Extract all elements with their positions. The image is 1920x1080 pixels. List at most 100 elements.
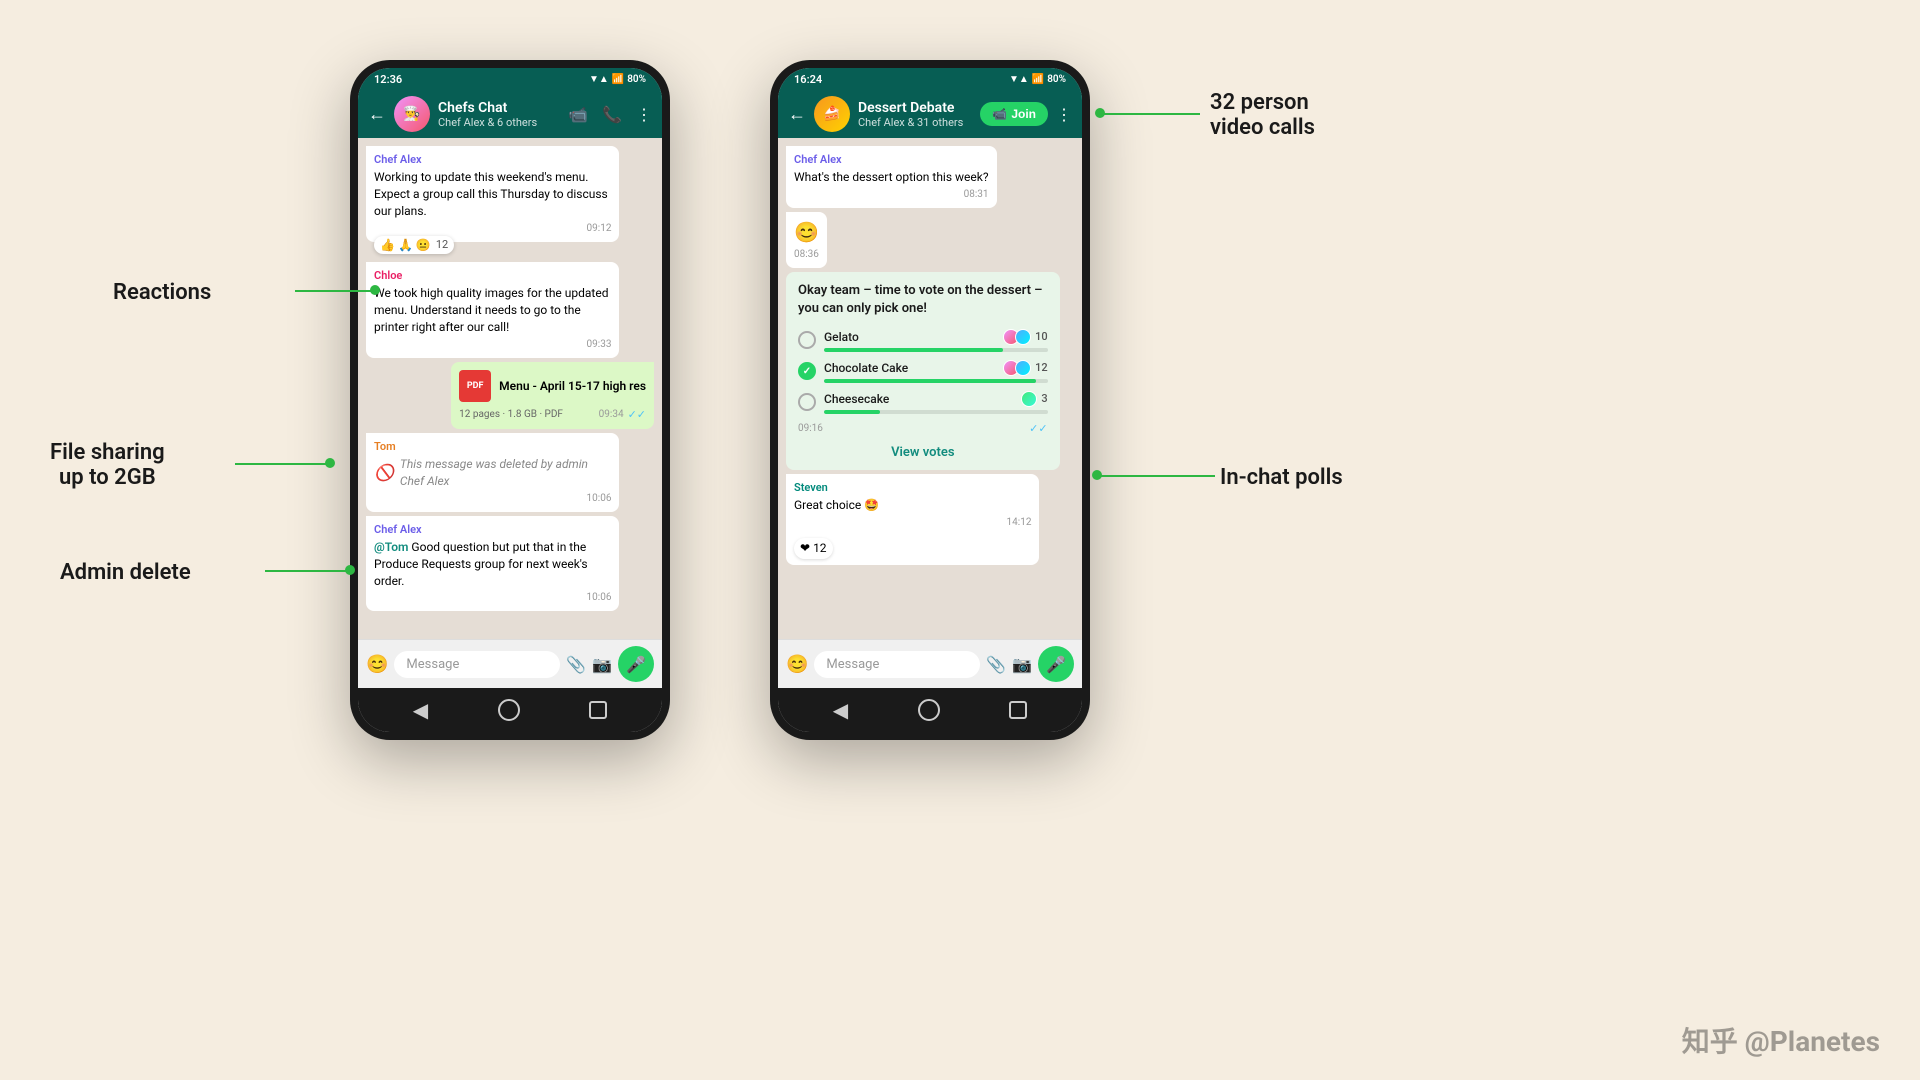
phone-1: 12:36 ▼▲ 📶 80% ← 👨‍🍳 Chefs Chat Chef Ale… [350, 60, 670, 740]
view-votes-btn[interactable]: View votes [798, 445, 1048, 460]
gelato-count: 10 [1035, 330, 1048, 343]
poll-option-choccake[interactable]: Chocolate Cake 12 [798, 360, 1048, 383]
chloe-emoji: 😊 [794, 218, 819, 246]
mic-button-1[interactable]: 🎤 [618, 646, 654, 682]
poll-question: Okay team – time to vote on the dessert … [798, 282, 1048, 318]
bottom-nav-2: ◀ [778, 688, 1082, 732]
dot-admin [345, 565, 355, 575]
message-input-2[interactable]: Message [814, 651, 980, 678]
status-bar-2: 16:24 ▼▲ 📶 80% [778, 68, 1082, 90]
wifi-icon-2: 📶 [1032, 74, 1044, 85]
check-mark: ✓✓ [628, 408, 646, 421]
emoji-icon-2[interactable]: 😊 [786, 654, 808, 675]
battery-1: 80% [627, 74, 646, 85]
status-time-1: 12:36 [374, 73, 402, 86]
attachment-icon-1[interactable]: 📎 [566, 655, 586, 674]
file-time: 09:34 [599, 409, 624, 420]
deleted-icon: 🚫 [374, 462, 394, 484]
chat-info-1: Chefs Chat Chef Alex & 6 others [438, 100, 560, 129]
back-icon-1[interactable]: ← [368, 104, 386, 125]
group-avatar-1: 👨‍🍳 [394, 96, 430, 132]
annotation-admin-delete: Admin delete [60, 560, 191, 585]
p2-msg-4: Steven Great choice 🤩 14:12 ❤ 12 [786, 474, 1039, 565]
signal-icon: ▼▲ [589, 74, 609, 85]
msg-container-1: Chef Alex Working to update this weekend… [366, 146, 654, 242]
steven-time: 14:12 [794, 516, 1031, 530]
p2-msg-1: Chef Alex What's the dessert option this… [786, 146, 997, 208]
input-bar-1[interactable]: 😊 Message 📎 📷 🎤 [358, 639, 662, 688]
poll-option-cheesecake[interactable]: Cheesecake 3 [798, 391, 1048, 414]
dot-polls [1092, 470, 1102, 480]
poll-radio-gelato[interactable] [798, 331, 816, 349]
p2-sender-1: Chef Alex [794, 152, 989, 167]
chat-messages-1: Chef Alex Working to update this weekend… [358, 138, 662, 639]
chat-sub-2: Chef Alex & 31 others [858, 116, 972, 129]
status-icons-1: ▼▲ 📶 80% [589, 74, 646, 85]
file-meta: 12 pages · 1.8 GB · PDF [459, 409, 563, 420]
video-icon-1[interactable]: 📹 [568, 105, 588, 124]
dot-file [325, 458, 335, 468]
more-icon-1[interactable]: ⋮ [636, 105, 652, 124]
join-label: Join [1011, 107, 1036, 121]
join-button[interactable]: 📹 Join [980, 102, 1048, 126]
back-icon-2[interactable]: ← [788, 104, 806, 125]
watermark: 知乎 @Planetes [1682, 1020, 1880, 1060]
line-file [235, 463, 330, 465]
line-video [1100, 113, 1200, 115]
recent-nav[interactable] [589, 701, 607, 719]
chat-name-1: Chefs Chat [438, 100, 560, 116]
steven-text: Great choice 🤩 [794, 497, 1031, 514]
msg-text-1: Working to update this weekend's menu. E… [374, 169, 611, 219]
heart-emoji: ❤ [800, 540, 810, 557]
recent-nav-2[interactable] [1009, 701, 1027, 719]
deleted-msg-bubble: Tom 🚫 This message was deleted by admin … [366, 433, 619, 512]
message-input-1[interactable]: Message [394, 651, 560, 678]
annotation-polls: In-chat polls [1220, 465, 1343, 490]
poll-time: 09:16 [798, 423, 823, 434]
poll-option-gelato[interactable]: Gelato 10 [798, 329, 1048, 352]
phone-1-screen: 12:36 ▼▲ 📶 80% ← 👨‍🍳 Chefs Chat Chef Ale… [358, 68, 662, 732]
msg-bubble-1: Chef Alex Working to update this weekend… [366, 146, 619, 242]
camera-icon-2[interactable]: 📷 [1012, 655, 1032, 674]
file-header: PDF Menu - April 15-17 high res [459, 370, 646, 402]
back-nav[interactable]: ◀ [413, 698, 428, 722]
heart-reaction: ❤ 12 [794, 538, 1031, 559]
back-nav-2[interactable]: ◀ [833, 698, 848, 722]
p2-time-1: 08:31 [794, 188, 989, 202]
camera-icon-1[interactable]: 📷 [592, 655, 612, 674]
deleted-text: This message was deleted by admin Chef A… [400, 456, 612, 490]
phone-2: 16:24 ▼▲ 📶 80% ← 🍰 Dessert Debate Chef A… [770, 60, 1090, 740]
more-icon-2[interactable]: ⋮ [1056, 105, 1072, 124]
poll-avatar-b [1015, 329, 1031, 345]
msg-time-5: 10:06 [374, 591, 611, 605]
pdf-icon: PDF [459, 370, 491, 402]
gelato-label: Gelato [824, 330, 859, 344]
msg-text-5: @Tom Good question but put that in the P… [374, 539, 611, 589]
p2-text-1: What's the dessert option this week? [794, 169, 989, 186]
steven-container: Steven Great choice 🤩 14:12 ❤ 12 [786, 474, 1074, 565]
cheesecake-count: 3 [1041, 392, 1047, 405]
attachment-icon-2[interactable]: 📎 [986, 655, 1006, 674]
msg-time-2: 09:33 [374, 338, 611, 352]
phone-icon-1[interactable]: 📞 [602, 105, 622, 124]
poll-radio-choccake[interactable] [798, 362, 816, 380]
msg-text-2: We took high quality images for the upda… [374, 285, 611, 335]
status-time-2: 16:24 [794, 73, 822, 86]
file-name: Menu - April 15-17 high res [499, 379, 646, 393]
mic-button-2[interactable]: 🎤 [1038, 646, 1074, 682]
choccake-label: Chocolate Cake [824, 361, 908, 375]
poll-message: Okay team – time to vote on the dessert … [786, 272, 1060, 469]
dot-reactions [370, 285, 380, 295]
poll-radio-cheesecake[interactable] [798, 393, 816, 411]
home-nav[interactable] [498, 699, 520, 721]
chat-header-icons-1: 📹 📞 ⋮ [568, 105, 652, 124]
emoji-icon-1[interactable]: 😊 [366, 654, 388, 675]
annotation-file-sharing: File sharingup to 2GB [50, 440, 165, 490]
cheesecake-label: Cheesecake [824, 392, 889, 406]
home-nav-2[interactable] [918, 699, 940, 721]
deleted-content: 🚫 This message was deleted by admin Chef… [374, 456, 611, 490]
input-bar-2[interactable]: 😊 Message 📎 📷 🎤 [778, 639, 1082, 688]
choccake-bar [824, 379, 1036, 383]
signal-icon-2: ▼▲ [1009, 74, 1029, 85]
poll-check: ✓✓ [1029, 422, 1047, 435]
